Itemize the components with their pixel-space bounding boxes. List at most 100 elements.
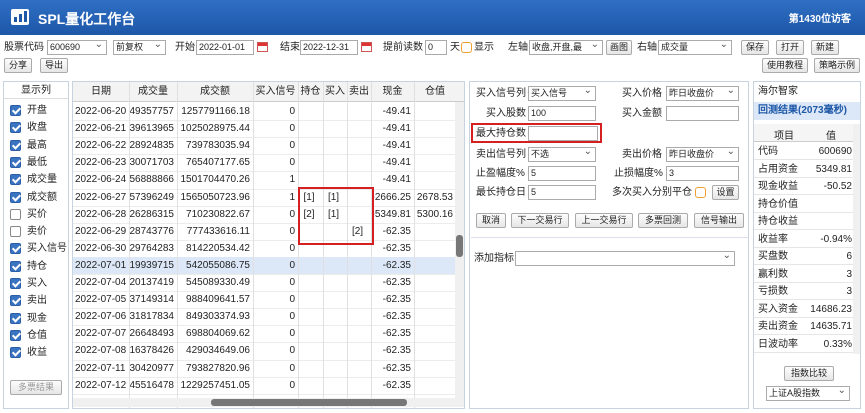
checkbox-icon[interactable] [10, 329, 21, 341]
take-profit-input[interactable]: 5 [528, 166, 596, 181]
new-button[interactable]: 新建 [811, 40, 839, 55]
table-row[interactable]: 2022-07-11 30420977 793827820.96 0 -62.35 [73, 360, 464, 377]
checkbox-icon[interactable] [10, 191, 21, 203]
checkbox-icon[interactable] [10, 105, 21, 116]
table-row[interactable]: 2022-06-30 29764283 814220534.42 0 -62.35 [73, 240, 464, 257]
column-toggle-6[interactable]: 买价 [10, 206, 68, 223]
table-row[interactable]: 2022-07-04 20137419 545089330.49 0 -62.35 [73, 274, 464, 291]
stock-code-select[interactable]: 600690 [47, 40, 107, 55]
checkbox-icon[interactable] [10, 208, 21, 220]
checkbox-icon[interactable] [10, 295, 21, 307]
checkbox-icon[interactable] [10, 156, 21, 168]
grid-header-cell[interactable]: 成交额 [177, 82, 253, 102]
column-toggle-4[interactable]: 成交量 [10, 171, 68, 188]
share-button[interactable]: 分享 [4, 58, 32, 73]
buy-shares-input[interactable]: 100 [528, 106, 596, 121]
show-checkbox[interactable] [461, 42, 472, 53]
grid-header-cell[interactable]: 成交量 [129, 82, 177, 102]
tutorial-button[interactable]: 使用教程 [762, 58, 808, 73]
checkbox-icon[interactable] [10, 174, 21, 186]
table-row[interactable]: 2022-06-28 26286315 710230822.67 0 [2] [1] -53… [73, 206, 464, 223]
table-row[interactable]: 2022-07-07 26648493 698804069.62 0 -62.35 [73, 325, 464, 342]
column-toggle-8[interactable]: 买入信号 [10, 240, 68, 257]
column-toggle-10[interactable]: 买入 [10, 275, 68, 292]
table-row[interactable]: 2022-07-05 37149314 988409641.57 0 -62.35 [73, 291, 464, 308]
grid-horizontal-scrollbar[interactable] [73, 398, 464, 407]
right-axis-select[interactable]: 成交量 [658, 40, 732, 55]
table-row[interactable]: 2022-06-20 49357757 1257791166.18 0 -49.41 [73, 103, 464, 120]
multi-backtest-button[interactable]: 多票回测 [638, 213, 688, 228]
multi-result-button[interactable]: 多票结果 [10, 380, 62, 395]
index-select[interactable]: 上证A股指数 [766, 386, 850, 401]
next-trade-button[interactable]: 下一交易行 [511, 213, 569, 228]
table-row[interactable]: 2022-07-12 45516478 1229257451.05 0 -62.35 [73, 377, 464, 394]
calendar-icon[interactable] [361, 42, 372, 52]
column-toggle-3[interactable]: 最低 [10, 154, 68, 171]
column-toggle-5[interactable]: 成交额 [10, 189, 68, 206]
table-row[interactable]: 2022-07-01 19939715 542055086.75 0 -62.35 [73, 256, 464, 274]
grid-header-cell[interactable]: 持仓 [298, 82, 323, 102]
grid-cell [347, 325, 371, 342]
open-button[interactable]: 打开 [776, 40, 804, 55]
table-row[interactable]: 2022-06-22 28924835 739783035.94 0 -49.41 [73, 137, 464, 154]
result-scrollbar[interactable] [853, 124, 860, 354]
stop-loss-input[interactable]: 3 [666, 166, 739, 181]
column-toggle-13[interactable]: 仓值 [10, 327, 68, 344]
result-row: 现金收益 -50.52 [754, 178, 854, 195]
column-toggle-14[interactable]: 收益 [10, 344, 68, 361]
examples-button[interactable]: 策略示例 [814, 58, 860, 73]
grid-header-cell[interactable]: 买入 [323, 82, 347, 102]
grid-header-cell[interactable]: 现金 [371, 82, 414, 102]
checkbox-icon[interactable] [10, 243, 21, 255]
checkbox-icon[interactable] [10, 139, 21, 151]
calendar-icon[interactable] [257, 42, 268, 52]
column-toggle-11[interactable]: 卖出 [10, 292, 68, 309]
adjust-select[interactable]: 前复权 [113, 40, 166, 55]
checkbox-icon[interactable] [10, 260, 21, 272]
buy-amount-input[interactable] [666, 106, 739, 121]
table-row[interactable]: 2022-06-27 57396249 1565050723.96 1 [1] [1] -2… [73, 189, 464, 206]
buy-signal-col-select[interactable]: 买入信号 [528, 86, 596, 101]
grid-header-cell[interactable]: 买入信号 [253, 82, 298, 102]
column-toggle-0[interactable]: 开盘 [10, 102, 68, 119]
column-toggle-2[interactable]: 最高 [10, 137, 68, 154]
column-toggle-9[interactable]: 持仓 [10, 258, 68, 275]
buy-price-select[interactable]: 昨日收盘价 [666, 86, 739, 101]
table-row[interactable]: 2022-06-29 28743776 777433616.11 0 [2] -62.35 [73, 223, 464, 240]
checkbox-icon[interactable] [10, 278, 21, 289]
left-axis-select[interactable]: 收盘,开盘,最 [529, 40, 603, 55]
draw-button[interactable]: 画图 [606, 40, 632, 55]
add-indicator-select[interactable] [515, 251, 735, 266]
table-row[interactable]: 2022-07-08 16378426 429034649.06 0 -62.35 [73, 342, 464, 359]
table-row[interactable]: 2022-06-23 30071703 765407177.65 0 -49.41 [73, 154, 464, 171]
export-button[interactable]: 导出 [40, 58, 68, 73]
start-date-input[interactable]: 2022-01-01 [196, 40, 254, 55]
multi-split-checkbox[interactable] [695, 187, 706, 198]
checkbox-icon[interactable] [10, 226, 21, 238]
grid-header-cell[interactable]: 卖出 [347, 82, 371, 102]
column-toggle-12[interactable]: 现金 [10, 310, 68, 327]
grid-vertical-scrollbar[interactable] [455, 102, 464, 398]
checkbox-icon[interactable] [10, 312, 21, 324]
table-row[interactable]: 2022-07-06 31817834 849303374.93 0 -62.35 [73, 308, 464, 325]
grid-header-cell[interactable]: 日期 [73, 82, 129, 102]
cancel-button[interactable]: 取消 [476, 213, 506, 228]
settings-button[interactable]: 设置 [712, 185, 739, 200]
result-header: 项目 值 [754, 124, 854, 142]
grid-header-cell[interactable]: 仓值 [414, 82, 456, 102]
save-button[interactable]: 保存 [741, 40, 769, 55]
sell-signal-col-select[interactable]: 不选 [528, 147, 596, 162]
preread-input[interactable]: 0 [425, 40, 447, 55]
end-date-input[interactable]: 2022-12-31 [300, 40, 358, 55]
table-row[interactable]: 2022-06-24 56888866 1501704470.26 1 -49.41 [73, 171, 464, 188]
max-hold-days-input[interactable]: 5 [528, 185, 596, 200]
signal-export-button[interactable]: 信号输出 [694, 213, 744, 228]
prev-trade-button[interactable]: 上一交易行 [575, 213, 633, 228]
sell-price-select[interactable]: 昨日收盘价 [666, 147, 739, 162]
checkbox-icon[interactable] [10, 347, 21, 359]
index-compare-button[interactable]: 指数比较 [784, 366, 834, 381]
column-toggle-1[interactable]: 收盘 [10, 119, 68, 136]
column-toggle-7[interactable]: 卖价 [10, 223, 68, 240]
table-row[interactable]: 2022-06-21 39613965 1025028975.44 0 -49.41 [73, 120, 464, 137]
checkbox-icon[interactable] [10, 122, 21, 134]
